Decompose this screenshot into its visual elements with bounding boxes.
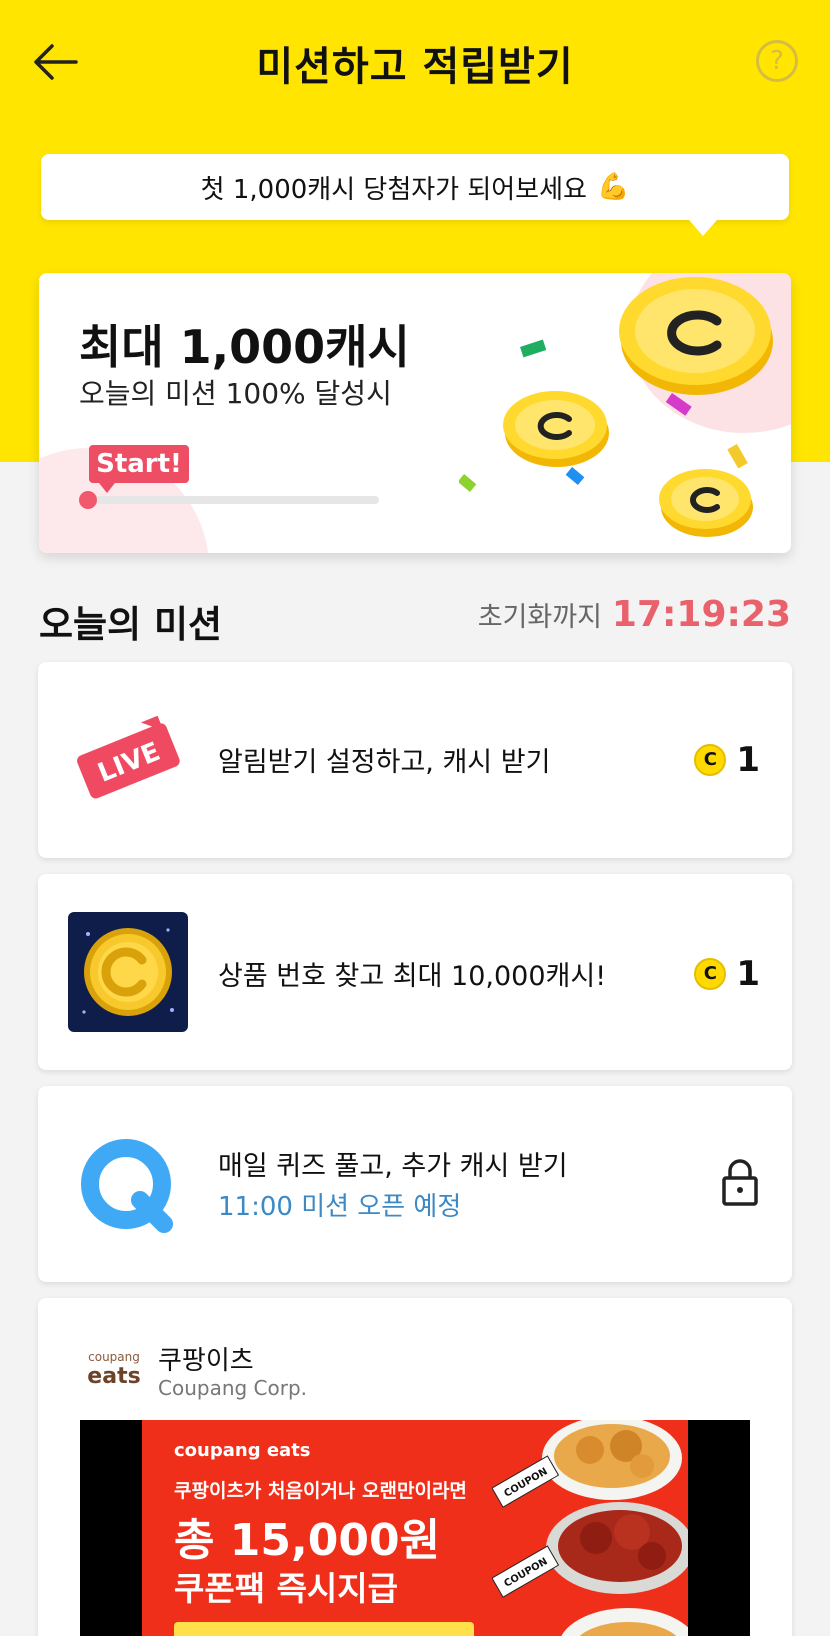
mission-text: 매일 퀴즈 풀고, 추가 캐시 받기 [218,1151,568,1182]
banner-cta-bar [174,1622,474,1636]
banner-tagline: 쿠팡이츠가 처음이거나 오랜만이라면 [174,1480,467,1502]
flexed-biceps-icon: 💪 [596,172,630,202]
start-badge: Start! [89,445,189,493]
page-title: 미션하고 적립받기 [256,44,574,90]
mission-card-product-number[interactable]: 상품 번호 찾고 최대 10,000캐시! C 1 [38,874,792,1070]
reset-countdown: 17:19:23 [611,594,791,635]
help-button[interactable]: ? [756,40,798,82]
progress-marker [79,491,97,509]
reset-timer: 초기화까지 17:19:23 [478,594,791,635]
reward-max-amount: 최대 1,000캐시 [79,320,410,374]
banner-brand: coupang eats [174,1440,311,1461]
mission-text: 상품 번호 찾고 최대 10,000캐시! [218,961,607,992]
mission-card-quiz[interactable]: 매일 퀴즈 풀고, 추가 캐시 받기 11:00 미션 오픈 예정 [38,1086,792,1282]
ad-banner-image[interactable]: coupang eats 쿠팡이츠가 처음이거나 오랜만이라면 총 15,000… [80,1420,750,1636]
reward-amount: 1 [736,740,760,780]
sponsored-ad-card[interactable]: coupang eats 쿠팡이츠 Coupang Corp. coupang … [38,1298,792,1636]
bubble-text: 첫 1,000캐시 당첨자가 되어보세요 [200,174,587,205]
ad-banner-panel: coupang eats 쿠팡이츠가 처음이거나 오랜만이라면 총 15,000… [142,1420,688,1636]
missions-heading: 오늘의 미션 [39,603,223,646]
quiz-q-icon [81,1139,173,1233]
reward-amount: 1 [736,954,760,994]
reset-label: 초기화까지 [477,602,602,633]
live-badge-icon: LIVE [77,715,180,799]
top-app-bar: 미션하고 적립받기 ? [0,0,830,120]
mission-reward: C 1 [694,740,760,780]
cash-coin-icon: C [694,958,727,990]
advertiser-name: 쿠팡이츠 [158,1346,254,1376]
fried-chicken-image: COUPON COUPON [492,1420,688,1636]
gold-coin-icon [68,912,188,1032]
coins-illustration [459,277,773,537]
reward-progress-card: 최대 1,000캐시 오늘의 미션 100% 달성시 Start! [39,273,791,553]
mission-progress-bar [83,496,379,504]
banner-offer: 쿠폰팩 즉시지급 [174,1569,399,1608]
mission-text: 알림받기 설정하고, 캐시 받기 [218,747,551,778]
lock-icon [722,1159,758,1206]
coupang-eats-logo: coupang eats [87,1350,141,1389]
banner-amount: 총 15,000원 [174,1515,441,1566]
reward-condition: 오늘의 미션 100% 달성시 [79,377,392,410]
promo-speech-bubble: 첫 1,000캐시 당첨자가 되어보세요 💪 [41,154,789,236]
mission-open-time: 11:00 미션 오픈 예정 [218,1192,462,1222]
mission-reward: C 1 [694,954,760,994]
advertiser-company: Coupang Corp. [158,1376,308,1400]
cash-coin-icon: C [694,744,727,776]
mission-card-notification[interactable]: LIVE 알림받기 설정하고, 캐시 받기 C 1 [38,662,792,858]
